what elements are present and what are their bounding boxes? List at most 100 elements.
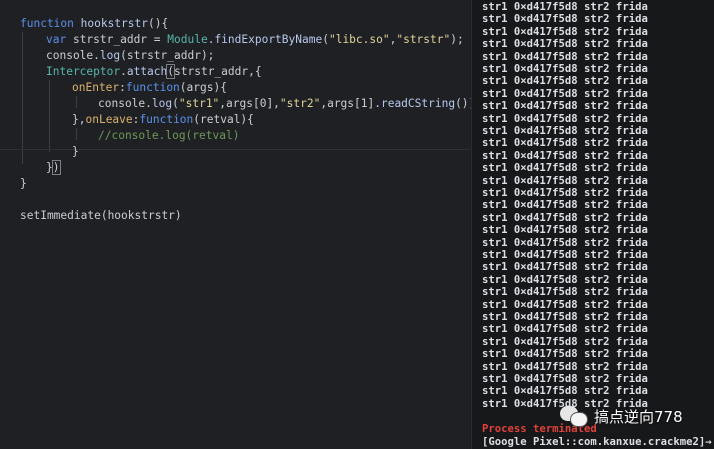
code-token: "str2" — [279, 97, 321, 110]
code-token: ( — [172, 97, 179, 110]
code-token: (hookstrstr) — [100, 209, 182, 222]
terminal-output-line: str1 0×d417f5d8 str2 frida — [482, 25, 648, 38]
code-token: log — [99, 49, 121, 62]
watermark-text: 搞点逆向778 — [594, 407, 683, 426]
code-token: attach — [126, 65, 168, 78]
code-token: Interceptor — [46, 65, 121, 78]
terminal-panel[interactable]: str1 0×d417f5d8 str2 frida str1 0×d417f5d… — [471, 0, 714, 449]
code-line-1[interactable]: function hookstrstr(){ — [20, 16, 168, 32]
matched-bracket: ) — [51, 160, 61, 175]
code-token: log — [151, 97, 173, 110]
code-token: strstr_addr,{ — [174, 65, 262, 78]
indent-guide — [76, 128, 77, 140]
code-token: (){ — [148, 17, 169, 30]
terminal-output-line: str1 0×d417f5d8 str2 frida — [482, 38, 648, 51]
code-token: findExportByName — [214, 33, 323, 46]
terminal-output-line: str1 0×d417f5d8 str2 frida — [482, 236, 648, 249]
code-token: "libc.so" — [328, 33, 390, 46]
code-token: onEnter — [72, 81, 120, 94]
terminal-output-line: str1 0×d417f5d8 str2 frida — [482, 311, 648, 323]
matched-bracket: ( — [166, 64, 175, 79]
terminal-output-line: str1 0×d417f5d8 str2 frida — [482, 323, 648, 336]
terminal-output-line: str1 0×d417f5d8 str2 frida — [482, 149, 648, 162]
terminal-output-line: str1 0×d417f5d8 str2 frida — [482, 373, 648, 385]
terminal-output-line: str1 0×d417f5d8 str2 frida — [482, 385, 648, 398]
code-token: ); — [450, 33, 464, 46]
watermark: 搞点逆向778 — [560, 404, 683, 428]
code-token: ( — [322, 33, 329, 46]
code-line-8[interactable]: //console.log(retval) — [98, 128, 239, 144]
terminal-output-line: str1 0×d417f5d8 str2 frida — [482, 174, 648, 187]
terminal-output-line: str1 0×d417f5d8 str2 frida — [482, 211, 648, 224]
code-token: function — [139, 113, 194, 126]
terminal-output-line: str1 0×d417f5d8 str2 frida — [482, 50, 648, 63]
terminal-output-line: str1 0×d417f5d8 str2 frida — [482, 360, 648, 373]
code-token: setImmediate — [20, 209, 101, 222]
code-token: } — [46, 161, 53, 174]
code-line-5[interactable]: onEnter:function(args){ — [72, 80, 227, 96]
code-token: function — [20, 17, 74, 30]
code-token: }, — [72, 113, 86, 126]
terminal-output-line: str1 0×d417f5d8 str2 frida — [482, 348, 648, 361]
terminal-output-line: str1 0×d417f5d8 str2 frida — [482, 199, 648, 212]
terminal-output-line: str1 0×d417f5d8 str2 frida — [482, 298, 648, 311]
indent-guide — [22, 32, 23, 164]
code-line-10[interactable]: }) — [46, 160, 61, 176]
terminal-output-line: str1 0×d417f5d8 str2 frida — [482, 335, 648, 348]
terminal-output-line: str1 0×d417f5d8 str2 frida — [482, 137, 648, 150]
terminal-output-line: str1 0×d417f5d8 str2 frida — [482, 13, 648, 26]
code-line-4[interactable]: Interceptor.attach(strstr_addr,{ — [46, 64, 262, 80]
terminal-output-line: str1 0×d417f5d8 str2 frida — [482, 87, 648, 100]
code-token: readCString — [380, 97, 456, 110]
indent-guide — [49, 80, 50, 152]
code-token: ,args[1]. — [320, 97, 381, 110]
terminal-prompt[interactable]: [Google Pixel::com.kanxue.crackme2]→ — [482, 436, 712, 448]
wechat-icon — [560, 406, 588, 427]
terminal-output-line: str1 0×d417f5d8 str2 frida — [482, 112, 648, 125]
code-token: onLeave — [85, 113, 133, 126]
code-editor[interactable]: function hookstrstr(){ var strstr_addr =… — [0, 0, 475, 449]
code-token: : — [119, 81, 126, 94]
terminal-output-line: str1 0×d417f5d8 str2 frida — [482, 63, 648, 75]
terminal-output-line: str1 0×d417f5d8 str2 frida — [482, 224, 648, 237]
code-line-9[interactable]: } — [72, 144, 79, 160]
code-token: hookstrstr — [80, 17, 148, 30]
terminal-output-line: str1 0×d417f5d8 str2 frida — [482, 75, 648, 88]
code-token: (retval){ — [193, 113, 254, 126]
terminal-output-line: str1 0×d417f5d8 str2 frida — [482, 125, 648, 137]
terminal-output-line: str1 0×d417f5d8 str2 frida — [482, 286, 648, 299]
terminal-output-line: str1 0×d417f5d8 str2 frida — [482, 1, 648, 13]
code-token: console — [46, 49, 94, 62]
code-line-11[interactable]: } — [20, 176, 27, 192]
terminal-output-line: str1 0×d417f5d8 str2 frida — [482, 100, 648, 113]
code-token: ,args[0], — [219, 97, 280, 110]
terminal-output-line: str1 0×d417f5d8 str2 frida — [482, 273, 648, 286]
code-token: . — [120, 65, 127, 78]
code-line-7[interactable]: },onLeave:function(retval){ — [72, 112, 254, 128]
code-line-13[interactable]: setImmediate(hookstrstr) — [20, 208, 182, 224]
code-token: (args){ — [179, 81, 227, 94]
code-token: (strstr_addr); — [120, 49, 215, 62]
code-token: Module — [167, 33, 208, 46]
terminal-output-line: str1 0×d417f5d8 str2 frida — [482, 187, 648, 199]
code-token: . — [145, 97, 152, 110]
code-token: } — [72, 145, 79, 158]
code-token: function — [125, 81, 180, 94]
current-line-rule — [0, 149, 470, 150]
terminal-output-line: str1 0×d417f5d8 str2 frida — [482, 162, 648, 175]
code-token: var — [46, 33, 67, 46]
code-comment: //console.log(retval) — [98, 129, 240, 142]
code-line-3[interactable]: console.log(strstr_addr); — [46, 48, 214, 64]
terminal-output-line: str1 0×d417f5d8 str2 frida — [482, 261, 648, 274]
code-token: } — [20, 177, 27, 190]
code-token: "strstr" — [396, 33, 451, 46]
code-token: strstr_addr = — [66, 33, 168, 46]
code-token: "str1" — [178, 97, 220, 110]
code-line-6[interactable]: console.log("str1",args[0],"str2",args[1… — [98, 96, 475, 112]
indent-guide — [76, 96, 77, 108]
code-token: . — [93, 49, 100, 62]
code-line-2[interactable]: var strstr_addr = Module.findExportByNam… — [46, 32, 464, 48]
terminal-output-line: str1 0×d417f5d8 str2 frida — [482, 249, 648, 261]
code-token: console — [98, 97, 146, 110]
